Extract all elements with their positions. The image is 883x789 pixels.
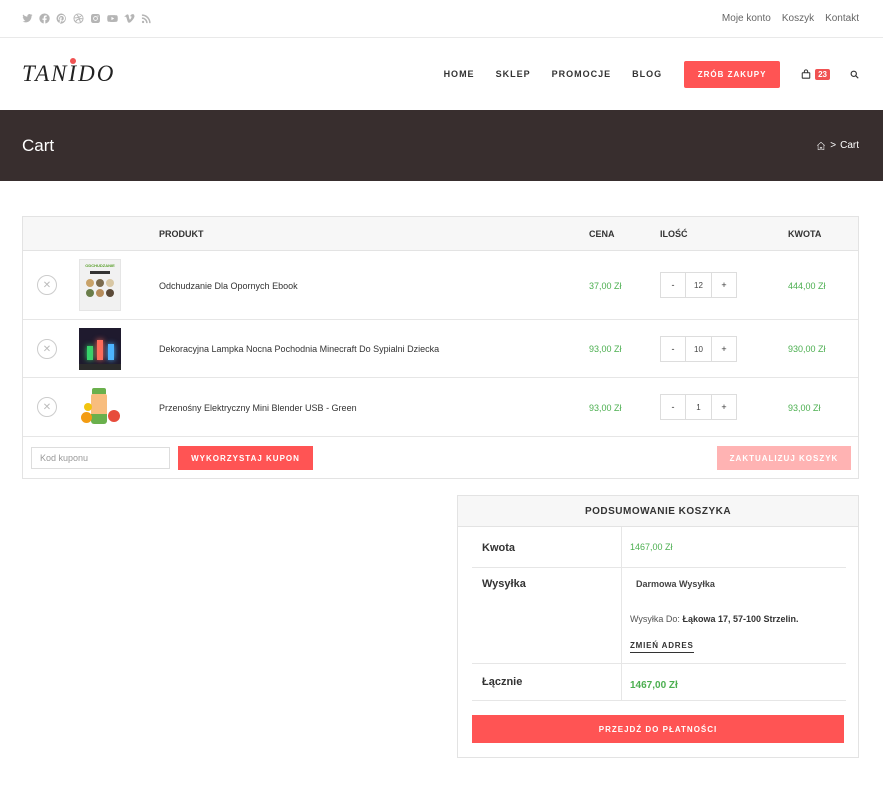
cart-actions: Kod kuponu WYKORZYSTAJ KUPON ZAKTUALIZUJ…	[23, 437, 858, 478]
shop-now-button[interactable]: ZRÓB ZAKUPY	[684, 60, 781, 88]
remove-item-icon[interactable]: ✕	[37, 397, 57, 417]
instagram-icon[interactable]	[90, 13, 101, 24]
cart-row: ✕ ODCHUDZANIE Odchudzanie Dla Opornych E…	[23, 251, 858, 320]
youtube-icon[interactable]	[107, 13, 118, 24]
decrement-button[interactable]: -	[660, 336, 686, 362]
rss-icon[interactable]	[141, 13, 152, 24]
shopping-bag-icon	[801, 69, 811, 79]
totals-subtotal-row: Kwota 1467,00 Zł	[472, 527, 846, 568]
column-divider	[621, 664, 622, 700]
shipping-address: Łąkowa 17, 57-100 Strzelin.	[682, 614, 799, 624]
breadcrumb: > Cart	[816, 140, 859, 151]
pinterest-icon[interactable]	[56, 13, 67, 24]
dribbble-icon[interactable]	[73, 13, 84, 24]
totals-total-row: Łącznie 1467,00 Zł	[472, 664, 846, 701]
top-bar: Moje konto Koszyk Kontakt	[0, 0, 883, 38]
product-subtotal: 444,00 Zł	[788, 281, 826, 291]
total-value: 1467,00 Zł	[630, 680, 678, 691]
shipping-method: Darmowa Wysyłka	[636, 579, 715, 589]
nav-shop[interactable]: SKLEP	[496, 69, 531, 79]
apply-coupon-button[interactable]: WYKORZYSTAJ KUPON	[178, 446, 313, 470]
home-icon[interactable]	[816, 141, 826, 151]
site-logo[interactable]: TANIDO	[22, 58, 116, 87]
logo-dot	[70, 58, 76, 64]
contact-link[interactable]: Kontakt	[825, 13, 859, 24]
search-icon[interactable]	[850, 70, 859, 79]
cart-totals: PODSUMOWANIE KOSZYKA Kwota 1467,00 Zł Wy…	[457, 495, 859, 758]
col-product: PRODUKT	[159, 229, 204, 239]
shipping-to-label: Wysyłka Do:	[630, 614, 680, 624]
remove-item-icon[interactable]: ✕	[37, 275, 57, 295]
social-links	[22, 13, 152, 24]
breadcrumb-separator: >	[830, 140, 837, 151]
product-thumbnail-ebook[interactable]: ODCHUDZANIE	[79, 259, 121, 311]
header-cart[interactable]: 23	[801, 68, 830, 80]
cart-count-badge: 23	[815, 68, 830, 80]
col-quantity: ILOŚĆ	[660, 229, 688, 239]
shipping-destination: Wysyłka Do: Łąkowa 17, 57-100 Strzelin.	[630, 614, 799, 624]
thumbnail-caption: ODCHUDZANIE	[85, 263, 115, 268]
cart-table: PRODUKT CENA ILOŚĆ KWOTA ✕ ODCHUDZANIE O…	[22, 216, 859, 479]
quantity-stepper: - 10 +	[660, 336, 737, 362]
product-subtotal: 93,00 Zł	[788, 403, 821, 413]
cart-totals-title: PODSUMOWANIE KOSZYKA	[458, 496, 858, 527]
update-cart-button[interactable]: ZAKTUALIZUJ KOSZYK	[717, 446, 851, 470]
cart-row: ✕ Przenośny Elektryczny Mini Blender USB…	[23, 378, 858, 437]
subtotal-label: Kwota	[482, 542, 515, 554]
nav-home[interactable]: HOME	[444, 69, 475, 79]
thumbnail-banner	[90, 271, 110, 274]
my-account-link[interactable]: Moje konto	[722, 13, 771, 24]
subtotal-value: 1467,00 Zł	[630, 542, 673, 552]
decrement-button[interactable]: -	[660, 394, 686, 420]
product-price: 37,00 Zł	[589, 281, 622, 291]
remove-item-icon[interactable]: ✕	[37, 339, 57, 359]
main-nav: HOME SKLEP PROMOCJE BLOG ZRÓB ZAKUPY 23	[423, 60, 859, 88]
product-thumbnail-blender[interactable]	[79, 386, 121, 428]
quantity-input[interactable]: 10	[686, 336, 711, 362]
increment-button[interactable]: +	[711, 394, 737, 420]
cart-link[interactable]: Koszyk	[782, 13, 814, 24]
product-price: 93,00 Zł	[589, 403, 622, 413]
product-name[interactable]: Dekoracyjna Lampka Nocna Pochodnia Minec…	[159, 344, 439, 354]
col-subtotal: KWOTA	[788, 229, 822, 239]
decrement-button[interactable]: -	[660, 272, 686, 298]
page-title-bar: Cart > Cart	[0, 110, 883, 181]
column-divider	[621, 568, 622, 663]
product-price: 93,00 Zł	[589, 344, 622, 354]
logo-text: TANIDO	[22, 61, 116, 86]
facebook-icon[interactable]	[39, 13, 50, 24]
breadcrumb-current: Cart	[840, 140, 859, 151]
page-title: Cart	[22, 135, 55, 155]
top-links: Moje konto Koszyk Kontakt	[722, 13, 859, 24]
proceed-to-checkout-button[interactable]: PRZEJDŹ DO PŁATNOŚCI	[472, 715, 844, 743]
col-price: CENA	[589, 229, 615, 239]
shipping-label: Wysyłka	[482, 578, 526, 590]
quantity-stepper: - 1 +	[660, 394, 737, 420]
product-name[interactable]: Odchudzanie Dla Opornych Ebook	[159, 281, 298, 291]
product-subtotal: 930,00 Zł	[788, 344, 826, 354]
quantity-input[interactable]: 1	[686, 394, 711, 420]
site-header: TANIDO HOME SKLEP PROMOCJE BLOG ZRÓB ZAK…	[0, 38, 883, 110]
twitter-icon[interactable]	[22, 13, 33, 24]
product-thumbnail-lamp[interactable]	[79, 328, 121, 370]
cart-table-header: PRODUKT CENA ILOŚĆ KWOTA	[23, 217, 858, 251]
increment-button[interactable]: +	[711, 336, 737, 362]
change-address-link[interactable]: ZMIEŃ ADRES	[630, 641, 694, 653]
quantity-stepper: - 12 +	[660, 272, 737, 298]
nav-promotions[interactable]: PROMOCJE	[552, 69, 612, 79]
total-label: Łącznie	[482, 676, 523, 688]
increment-button[interactable]: +	[711, 272, 737, 298]
product-name[interactable]: Przenośny Elektryczny Mini Blender USB -…	[159, 403, 357, 413]
vimeo-icon[interactable]	[124, 13, 135, 24]
coupon-code-input[interactable]: Kod kuponu	[31, 447, 170, 469]
column-divider	[621, 527, 622, 567]
cart-row: ✕ Dekoracyjna Lampka Nocna Pochodnia Min…	[23, 320, 858, 378]
nav-blog[interactable]: BLOG	[632, 69, 662, 79]
quantity-input[interactable]: 12	[686, 272, 711, 298]
totals-shipping-row: Wysyłka Darmowa Wysyłka Wysyłka Do: Łąko…	[472, 568, 846, 664]
thumbnail-plates	[85, 279, 115, 297]
